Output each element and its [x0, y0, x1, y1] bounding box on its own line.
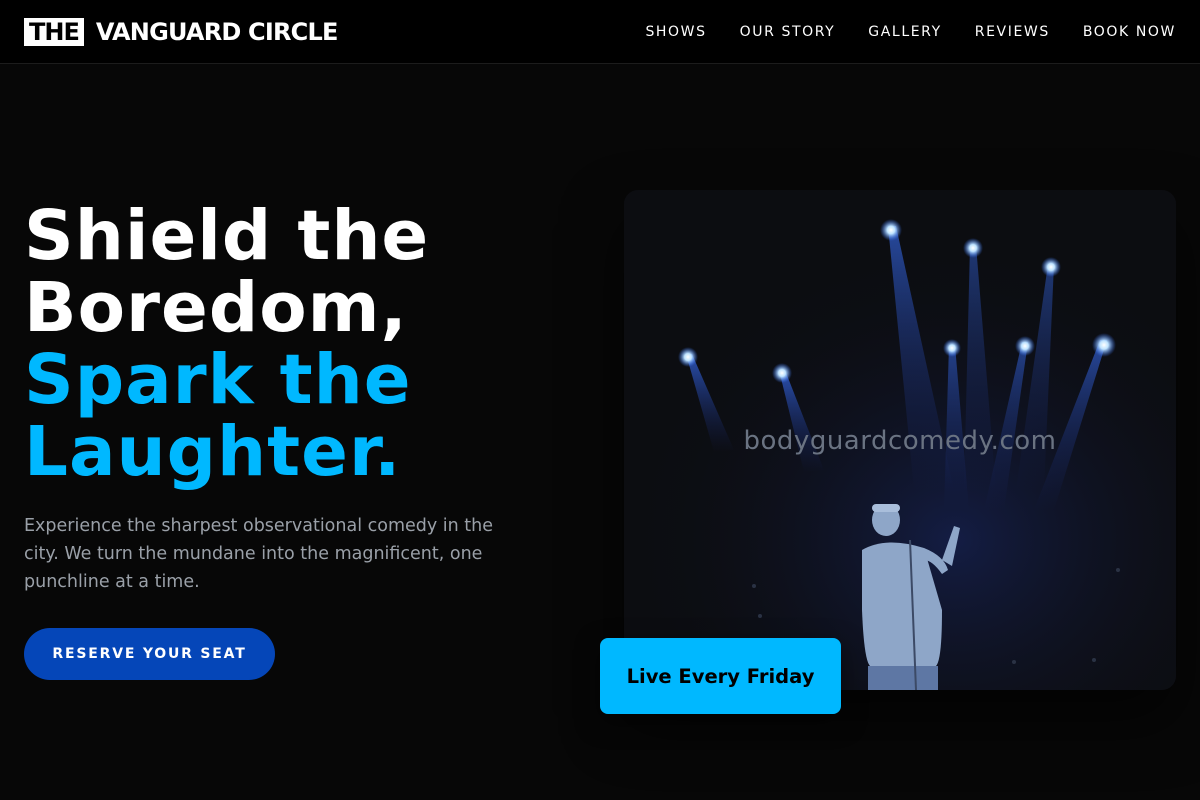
nav-our-story[interactable]: OUR STORY [740, 24, 836, 40]
headline-accent-2: Laughter. [24, 412, 402, 492]
nav-gallery[interactable]: GALLERY [868, 24, 941, 40]
logo-text: VANGUARD CIRCLE [95, 18, 339, 46]
main-nav: SHOWS OUR STORY GALLERY REVIEWS BOOK NOW [645, 0, 1176, 64]
nav-book-now[interactable]: BOOK NOW [1083, 24, 1176, 40]
nav-shows[interactable]: SHOWS [645, 24, 706, 40]
landing-page: THE VANGUARD CIRCLE SHOWS OUR STORY GALL… [0, 0, 1200, 800]
logo-mark: THE [24, 18, 84, 46]
reserve-seat-button[interactable]: RESERVE YOUR SEAT [24, 628, 275, 680]
hero-subcopy: Experience the sharpest observational co… [24, 516, 494, 592]
live-friday-badge: Live Every Friday [600, 638, 841, 714]
hero-headline: Shield the Boredom, Spark the Laughter. [24, 200, 584, 488]
site-header: THE VANGUARD CIRCLE SHOWS OUR STORY GALL… [0, 0, 1200, 64]
headline-accent-1: Spark the [24, 340, 412, 420]
stage-photo: bodyguardcomedy.com [624, 190, 1176, 690]
watermark: bodyguardcomedy.com [743, 426, 1057, 456]
headline-line-2: Boredom, [24, 268, 408, 348]
nav-reviews[interactable]: REVIEWS [975, 24, 1050, 40]
logo-link[interactable]: THE VANGUARD CIRCLE [24, 17, 338, 47]
headline-line-1: Shield the [24, 196, 430, 276]
